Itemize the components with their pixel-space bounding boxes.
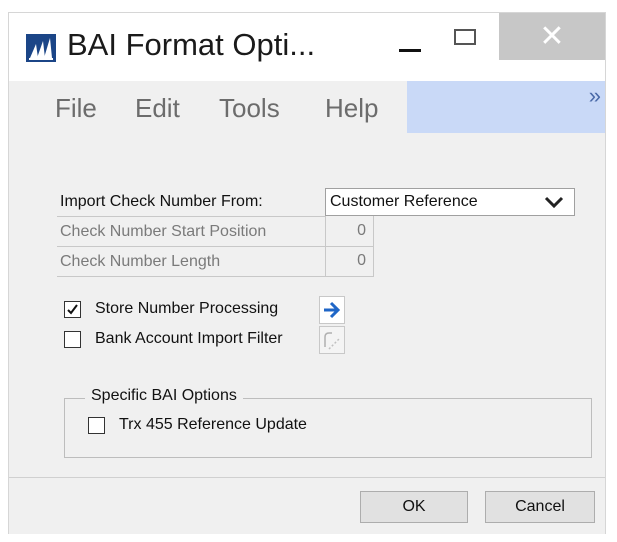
minimize-button[interactable]: [393, 31, 433, 59]
close-icon: ✕: [539, 20, 565, 53]
trx-455-reference-update-label[interactable]: Trx 455 Reference Update: [119, 416, 307, 434]
bank-account-import-filter-label[interactable]: Bank Account Import Filter: [95, 330, 283, 348]
menu-file[interactable]: File: [55, 93, 97, 124]
trx-455-reference-update-checkbox[interactable]: [88, 417, 105, 434]
row-divider: [57, 276, 374, 277]
menu-help[interactable]: Help: [325, 93, 378, 124]
app-logo-icon: [26, 34, 56, 62]
store-number-processing-label[interactable]: Store Number Processing: [95, 300, 278, 318]
dialog-footer: OK Cancel: [9, 477, 605, 534]
bank-account-import-filter-button[interactable]: [319, 326, 345, 354]
check-number-length-label: Check Number Length: [60, 253, 221, 270]
chevron-down-icon[interactable]: [544, 195, 564, 214]
row-divider: [57, 216, 325, 217]
close-button[interactable]: ✕: [499, 13, 605, 60]
ok-button[interactable]: OK: [360, 491, 468, 523]
store-number-processing-button[interactable]: [319, 296, 345, 324]
double-chevron-icon[interactable]: »: [589, 83, 601, 109]
check-number-start-position-label: Check Number Start Position: [60, 223, 267, 240]
menu-overflow-area[interactable]: »: [407, 81, 605, 133]
menu-bar: File Edit Tools Help »: [9, 81, 605, 133]
options-panel: Import Check Number From: Customer Refer…: [9, 133, 605, 477]
title-bar[interactable]: BAI Format Opti... ✕: [9, 13, 605, 73]
cancel-button[interactable]: Cancel: [485, 491, 595, 523]
check-number-length-input[interactable]: 0: [325, 247, 374, 276]
import-check-number-select[interactable]: Customer Reference: [325, 188, 575, 216]
column-divider: [325, 216, 326, 276]
right-arrow-icon: [324, 301, 341, 319]
window-title: BAI Format Opti...: [67, 27, 316, 62]
bank-account-import-filter-checkbox[interactable]: [64, 331, 81, 348]
checkmark-icon: [67, 304, 78, 315]
store-number-processing-checkbox[interactable]: [64, 301, 81, 318]
import-check-number-value: Customer Reference: [330, 193, 478, 210]
menu-tools[interactable]: Tools: [219, 93, 280, 124]
check-number-start-position-input[interactable]: 0: [325, 217, 374, 246]
maximize-button[interactable]: [450, 27, 480, 49]
import-check-number-label: Import Check Number From:: [60, 193, 263, 210]
specific-bai-options-title: Specific BAI Options: [85, 387, 243, 405]
bai-format-options-window: BAI Format Opti... ✕ File Edit Tools Hel…: [8, 12, 606, 534]
column-divider: [373, 216, 374, 276]
menu-edit[interactable]: Edit: [135, 93, 180, 124]
filter-icon: [324, 332, 340, 350]
